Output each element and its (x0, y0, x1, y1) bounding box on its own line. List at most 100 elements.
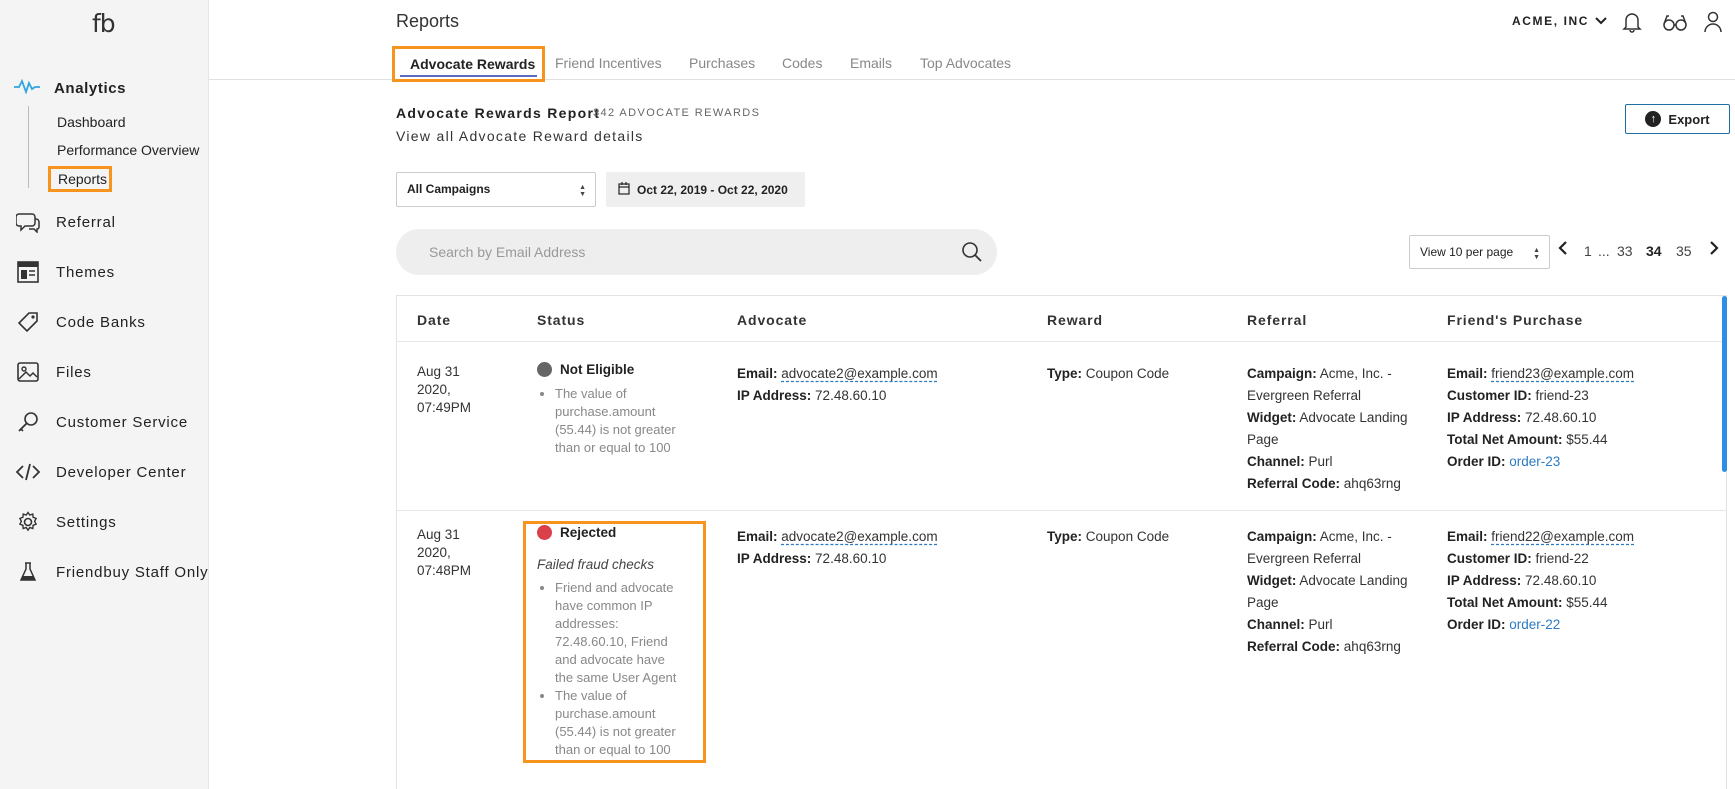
pulse-icon (14, 78, 40, 99)
user-icon[interactable] (1703, 11, 1725, 33)
status-dot (537, 525, 552, 540)
sidebar-item-label: Code Banks (56, 313, 146, 331)
advocate-email-link[interactable]: advocate2@example.com (781, 529, 937, 544)
flask-icon (16, 560, 40, 584)
row-date: Aug 31 2020, 07:48PM (417, 526, 497, 580)
column-header-advocate[interactable]: Advocate (737, 312, 807, 328)
sidebar-subitem-dashboard[interactable]: Dashboard (57, 114, 126, 130)
column-header-referral[interactable]: Referral (1247, 312, 1307, 328)
report-count: 342 ADVOCATE REWARDS (593, 107, 761, 119)
key-icon (16, 410, 40, 434)
bell-icon[interactable] (1621, 11, 1643, 33)
sidebar-item-files[interactable]: Files (16, 359, 91, 385)
field-label: Widget: (1247, 410, 1297, 425)
advocate-email-link[interactable]: advocate2@example.com (781, 366, 937, 381)
sidebar-item-developer-center[interactable]: Developer Center (16, 459, 186, 485)
field-label: Campaign: (1247, 366, 1317, 381)
column-header-date[interactable]: Date (417, 312, 451, 328)
field-label: IP Address: (1447, 410, 1522, 425)
gear-icon (16, 510, 40, 534)
status-reasons: Friend and advocate have common IP addre… (537, 579, 677, 759)
field-label: Total Net Amount: (1447, 595, 1563, 610)
page-link-1[interactable]: 1 (1584, 243, 1592, 259)
per-page-select[interactable]: View 10 per page ▲ ▼ (1409, 235, 1550, 269)
sidebar-item-settings[interactable]: Settings (16, 509, 116, 535)
field-label: Type: (1047, 529, 1083, 544)
export-button[interactable]: ↑ Export (1625, 104, 1730, 134)
advocate-cell: Email: advocate2@example.com IP Address:… (737, 363, 1007, 407)
tab-friend-incentives[interactable]: Friend Incentives (555, 55, 662, 71)
sidebar-item-label: Developer Center (56, 463, 187, 481)
column-header-reward[interactable]: Reward (1047, 312, 1103, 328)
referral-channel: Purl (1308, 617, 1333, 632)
friend-email-link[interactable]: friend23@example.com (1491, 366, 1634, 381)
page-link-35[interactable]: 35 (1676, 243, 1692, 259)
order-link[interactable]: order-23 (1509, 454, 1560, 469)
sidebar-subitem-reports[interactable]: Reports (48, 166, 112, 192)
sidebar-item-code-banks[interactable]: Code Banks (16, 309, 145, 335)
tab-top-advocates[interactable]: Top Advocates (920, 55, 1011, 71)
page-link-current[interactable]: 34 (1646, 243, 1662, 259)
friend-purchase-cell: Email: friend22@example.com Customer ID:… (1447, 526, 1707, 636)
search-icon[interactable] (961, 241, 983, 268)
brand-logo[interactable]: fb (92, 9, 116, 38)
account-switcher[interactable]: ACME, INC (1512, 14, 1607, 28)
sidebar-item-label: Analytics (54, 79, 127, 97)
status-badge: Not Eligible (537, 362, 634, 377)
friend-customer-id: friend-22 (1535, 551, 1589, 566)
sidebar-item-referral[interactable]: Referral (16, 209, 115, 235)
upload-icon: ↑ (1645, 111, 1662, 127)
sidebar-item-themes[interactable]: Themes (16, 259, 114, 285)
tab-purchases[interactable]: Purchases (689, 55, 755, 71)
tag-icon (16, 310, 40, 334)
field-label: Channel: (1247, 454, 1305, 469)
order-link[interactable]: order-22 (1509, 617, 1560, 632)
status-badge: Rejected (537, 525, 616, 540)
column-header-status[interactable]: Status (537, 312, 585, 328)
select-arrows-icon: ▲ ▼ (579, 184, 586, 198)
active-tab-indicator (400, 75, 537, 77)
tab-codes[interactable]: Codes (782, 55, 822, 71)
table-scrollbar[interactable] (1722, 296, 1727, 472)
sidebar-item-customer-service[interactable]: Customer Service (16, 409, 187, 435)
rewards-table: Date Status Advocate Reward Referral Fri… (396, 295, 1727, 789)
search-placeholder: Search by Email Address (429, 244, 586, 260)
reward-type: Coupon Code (1085, 366, 1170, 381)
status-dot (537, 362, 552, 377)
field-label: Channel: (1247, 617, 1305, 632)
sidebar-item-friendbuy-staff-only[interactable]: Friendbuy Staff Only (16, 559, 208, 585)
sidebar-item-analytics[interactable]: Analytics (14, 76, 126, 100)
tab-advocate-rewards[interactable]: Advocate Rewards (392, 46, 545, 82)
date-range-picker[interactable]: Oct 22, 2019 - Oct 22, 2020 (606, 172, 805, 207)
chat-icon (16, 210, 40, 234)
tab-label: Advocate Rewards (410, 56, 536, 72)
search-input[interactable]: Search by Email Address (396, 229, 997, 275)
campaign-select[interactable]: All Campaigns ▲ ▼ (396, 172, 596, 207)
sidebar-item-label: Friendbuy Staff Only (56, 563, 209, 581)
advocate-cell: Email: advocate2@example.com IP Address:… (737, 526, 1007, 570)
sidebar-item-label: Customer Service (56, 413, 189, 431)
date-line: Aug 31 (417, 527, 460, 542)
field-label: Email: (1447, 366, 1488, 381)
reward-type: Coupon Code (1085, 529, 1170, 544)
column-header-friends-purchase[interactable]: Friend's Purchase (1447, 312, 1583, 328)
prev-page-icon[interactable] (1558, 241, 1568, 258)
subnav-divider (28, 106, 29, 188)
date-line: 07:48PM (417, 563, 472, 578)
page-ellipsis: ... (1598, 243, 1610, 259)
reward-cell: Type: Coupon Code (1047, 363, 1169, 385)
sidebar-item-label: Files (56, 363, 92, 381)
friend-email-link[interactable]: friend22@example.com (1491, 529, 1634, 544)
layout-icon (16, 260, 40, 284)
date-line: Aug 31 (417, 364, 460, 379)
tab-emails[interactable]: Emails (850, 55, 892, 71)
next-page-icon[interactable] (1709, 241, 1719, 258)
sidebar-subitem-performance-overview[interactable]: Performance Overview (57, 142, 199, 158)
field-label: Email: (1447, 529, 1488, 544)
friend-customer-id: friend-23 (1535, 388, 1589, 403)
sidebar-item-label: Themes (56, 263, 115, 281)
field-label: IP Address: (1447, 573, 1522, 588)
app-root: fb Analytics Dashboard Performance Overv… (0, 0, 1735, 789)
glasses-icon[interactable] (1662, 11, 1688, 33)
page-link-33[interactable]: 33 (1617, 243, 1633, 259)
